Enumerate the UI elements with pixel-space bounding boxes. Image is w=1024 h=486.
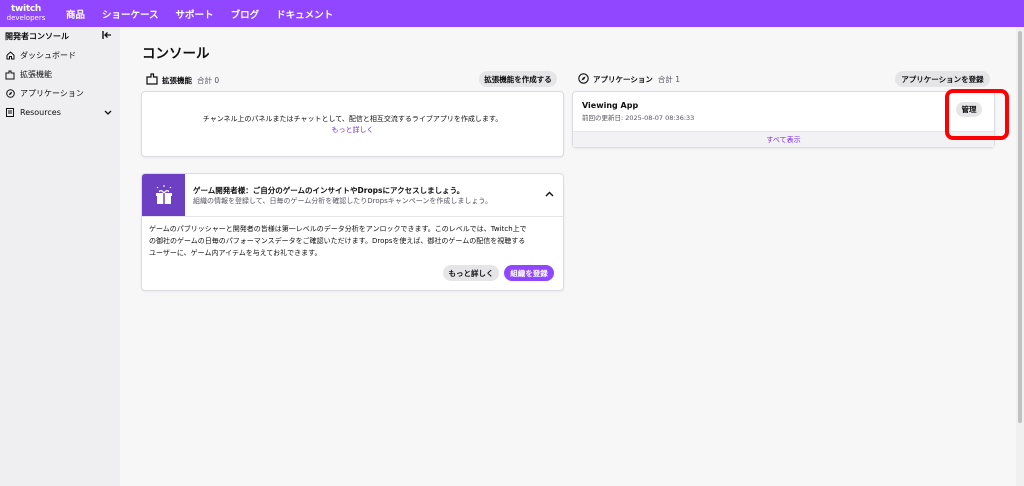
extensions-header: 拡張機能 合計 0 (146, 73, 219, 87)
sidebar-item-extensions[interactable]: 拡張機能 (0, 65, 120, 84)
register-organization-button[interactable]: 組織を登録 (504, 265, 554, 281)
nav-blog[interactable]: ブログ (231, 7, 260, 21)
logo-line-1: twitch (11, 4, 41, 14)
applications-title: アプリケーション (593, 75, 653, 84)
manage-button-highlight (945, 89, 1009, 140)
page-scrollbar[interactable] (1016, 27, 1024, 486)
sidebar-item-label: 拡張機能 (20, 70, 52, 79)
sidebar-title: 開発者コンソール (5, 32, 69, 41)
promo-divider (142, 216, 563, 217)
sidebar: 開発者コンソール ダッシュボード 拡張機能 アプリケーション Resources (0, 27, 120, 486)
extensions-title: 拡張機能 (162, 75, 192, 85)
applications-count: 合計 1 (657, 75, 681, 84)
sidebar-item-resources[interactable]: Resources (0, 103, 120, 122)
extensions-count: 合計 0 (197, 75, 220, 85)
sidebar-item-dashboard[interactable]: ダッシュボード (0, 46, 120, 65)
chevron-up-icon[interactable] (545, 190, 554, 200)
extensions-card: チャンネル上のパネルまたはチャットとして、配信と相互交流するライブアプリを作成し… (141, 91, 564, 157)
collapse-left-icon[interactable] (102, 31, 112, 42)
compass-icon (578, 73, 589, 86)
promo-title: ゲーム開発者様：ご自分のゲームのインサイトやDropsにアクセスしましょう。 (193, 186, 465, 195)
nav-docs[interactable]: ドキュメント (276, 7, 333, 21)
create-extension-button[interactable]: 拡張機能を作成する (479, 71, 557, 87)
extensions-icon (5, 70, 15, 80)
home-icon (5, 51, 15, 61)
chevron-down-icon (104, 108, 112, 117)
page-title: コンソール (142, 46, 210, 62)
nav-products[interactable]: 商品 (66, 7, 85, 21)
register-application-button[interactable]: アプリケーションを登録 (895, 71, 990, 87)
sidebar-item-applications[interactable]: アプリケーション (0, 84, 120, 103)
app-name: Viewing App (582, 101, 639, 110)
extensions-empty-text: チャンネル上のパネルまたはチャットとして、配信と相互交流するライブアプリを作成し… (202, 115, 503, 123)
app-updated-date: 前回の更新日: 2025-08-07 08:36:33 (582, 114, 695, 122)
view-all-link[interactable]: すべて表示 (573, 131, 994, 147)
game-developer-promo-card: ゲーム開発者様：ご自分のゲームのインサイトやDropsにアクセスしましょう。 組… (141, 173, 564, 291)
applications-card: Viewing App 前回の更新日: 2025-08-07 08:36:33 … (572, 91, 995, 148)
twitch-developers-logo[interactable]: twitch developers (0, 0, 52, 27)
promo-body-line: ユーザーに、ゲーム内アイテムを与えてお礼できます。 (149, 249, 322, 257)
sidebar-item-label: Resources (20, 108, 61, 117)
applications-header: アプリケーション 合計 1 (578, 73, 680, 86)
nav-support[interactable]: サポート (176, 7, 214, 21)
gift-icon (142, 174, 185, 216)
document-icon (5, 108, 15, 118)
logo-line-2: developers (6, 14, 46, 22)
top-nav-bar: twitch developers 商品 ショーケース サポート ブログ ドキュ… (0, 0, 1024, 27)
learn-more-button[interactable]: もっと詳しく (443, 265, 499, 281)
scrollbar-thumb[interactable] (1018, 31, 1022, 423)
promo-subtitle: 組織の情報を登録して、日毎のゲーム分析を確認したりDropsキャンペーンを作成し… (193, 197, 492, 205)
nav-showcase[interactable]: ショーケース (102, 7, 159, 21)
sidebar-item-label: アプリケーション (20, 89, 84, 98)
promo-body-line: の御社のゲームの日毎のパフォーマンスデータをご確認いただけます。Dropsを使え… (149, 237, 526, 245)
sidebar-header: 開発者コンソール (0, 27, 120, 46)
promo-body-line: ゲームのパブリッシャーと開発者の皆様は第一レベルのデータ分析をアンロックできます… (149, 225, 527, 233)
sidebar-item-label: ダッシュボード (20, 51, 76, 60)
extensions-icon (146, 73, 158, 87)
promo-body: ゲームのパブリッシャーと開発者の皆様は第一レベルのデータ分析をアンロックできます… (149, 223, 561, 259)
compass-icon (5, 89, 15, 99)
extensions-learn-more-link[interactable]: もっと詳しく (142, 125, 563, 135)
